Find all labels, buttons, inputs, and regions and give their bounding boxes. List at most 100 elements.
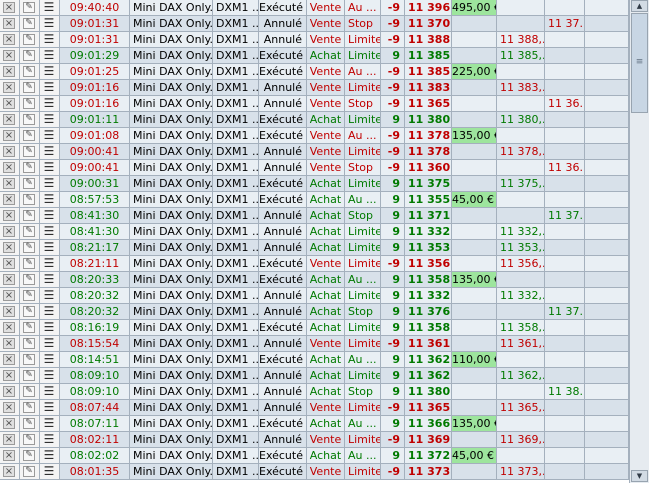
details-cell[interactable]: ☰ [40, 96, 60, 111]
delete-order-icon[interactable]: × [3, 2, 15, 13]
table-row[interactable]: × ✎ ☰ 08:09:10 Mini DAX Only... DXM1 ... Annul… [0, 368, 629, 384]
order-details-icon[interactable]: ☰ [43, 161, 55, 173]
edit-cell[interactable]: ✎ [20, 224, 40, 239]
delete-cell[interactable]: × [0, 144, 20, 159]
delete-order-icon[interactable]: × [3, 114, 15, 125]
edit-order-icon[interactable]: ✎ [23, 354, 35, 365]
edit-order-icon[interactable]: ✎ [23, 434, 35, 445]
order-details-icon[interactable]: ☰ [43, 193, 55, 205]
order-details-icon[interactable]: ☰ [43, 129, 55, 141]
order-details-icon[interactable]: ☰ [43, 321, 55, 333]
edit-cell[interactable]: ✎ [20, 48, 40, 63]
edit-cell[interactable]: ✎ [20, 176, 40, 191]
edit-order-icon[interactable]: ✎ [23, 370, 35, 381]
edit-order-icon[interactable]: ✎ [23, 274, 35, 285]
edit-cell[interactable]: ✎ [20, 32, 40, 47]
details-cell[interactable]: ☰ [40, 416, 60, 431]
order-details-icon[interactable]: ☰ [43, 49, 55, 61]
edit-order-icon[interactable]: ✎ [23, 290, 35, 301]
edit-order-icon[interactable]: ✎ [23, 50, 35, 61]
edit-order-icon[interactable]: ✎ [23, 450, 35, 461]
order-details-icon[interactable]: ☰ [43, 225, 55, 237]
delete-cell[interactable]: × [0, 224, 20, 239]
edit-cell[interactable]: ✎ [20, 448, 40, 463]
delete-order-icon[interactable]: × [3, 274, 15, 285]
order-details-icon[interactable]: ☰ [43, 33, 55, 45]
delete-order-icon[interactable]: × [3, 370, 15, 381]
orders-grid[interactable]: × ✎ ☰ 09:40:40 Mini DAX Only... DXM1 ... Exécu… [0, 0, 629, 483]
edit-cell[interactable]: ✎ [20, 368, 40, 383]
delete-order-icon[interactable]: × [3, 418, 15, 429]
edit-cell[interactable]: ✎ [20, 240, 40, 255]
details-cell[interactable]: ☰ [40, 80, 60, 95]
order-details-icon[interactable]: ☰ [43, 209, 55, 221]
order-details-icon[interactable]: ☰ [43, 401, 55, 413]
edit-order-icon[interactable]: ✎ [23, 162, 35, 173]
delete-order-icon[interactable]: × [3, 434, 15, 445]
details-cell[interactable]: ☰ [40, 0, 60, 15]
delete-cell[interactable]: × [0, 336, 20, 351]
edit-cell[interactable]: ✎ [20, 160, 40, 175]
edit-cell[interactable]: ✎ [20, 96, 40, 111]
table-row[interactable]: × ✎ ☰ 08:16:19 Mini DAX Only... DXM1 ... Exécu… [0, 320, 629, 336]
order-details-icon[interactable]: ☰ [43, 353, 55, 365]
details-cell[interactable]: ☰ [40, 464, 60, 479]
delete-order-icon[interactable]: × [3, 226, 15, 237]
order-details-icon[interactable]: ☰ [43, 81, 55, 93]
edit-order-icon[interactable]: ✎ [23, 34, 35, 45]
table-row[interactable]: × ✎ ☰ 09:01:16 Mini DAX Only... DXM1 ... Annul… [0, 96, 629, 112]
edit-cell[interactable]: ✎ [20, 272, 40, 287]
table-row[interactable]: × ✎ ☰ 08:07:11 Mini DAX Only... DXM1 ... Exécu… [0, 416, 629, 432]
order-details-icon[interactable]: ☰ [43, 145, 55, 157]
edit-cell[interactable]: ✎ [20, 256, 40, 271]
details-cell[interactable]: ☰ [40, 176, 60, 191]
delete-cell[interactable]: × [0, 208, 20, 223]
edit-cell[interactable]: ✎ [20, 416, 40, 431]
order-details-icon[interactable]: ☰ [43, 385, 55, 397]
edit-cell[interactable]: ✎ [20, 64, 40, 79]
delete-cell[interactable]: × [0, 48, 20, 63]
table-row[interactable]: × ✎ ☰ 09:00:41 Mini DAX Only... DXM1 ... Annul… [0, 160, 629, 176]
delete-cell[interactable]: × [0, 256, 20, 271]
order-details-icon[interactable]: ☰ [43, 17, 55, 29]
table-row[interactable]: × ✎ ☰ 09:01:25 Mini DAX Only... DXM1 ... Exécu… [0, 64, 629, 80]
order-details-icon[interactable]: ☰ [43, 273, 55, 285]
edit-cell[interactable]: ✎ [20, 80, 40, 95]
order-details-icon[interactable]: ☰ [43, 369, 55, 381]
table-row[interactable]: × ✎ ☰ 09:01:16 Mini DAX Only... DXM1 ... Annul… [0, 80, 629, 96]
edit-order-icon[interactable]: ✎ [23, 18, 35, 29]
vertical-scrollbar[interactable]: ▲ ≡ ▼ [629, 0, 649, 483]
edit-cell[interactable]: ✎ [20, 320, 40, 335]
edit-order-icon[interactable]: ✎ [23, 114, 35, 125]
table-row[interactable]: × ✎ ☰ 09:01:11 Mini DAX Only... DXM1 ... Exécu… [0, 112, 629, 128]
edit-order-icon[interactable]: ✎ [23, 338, 35, 349]
delete-order-icon[interactable]: × [3, 162, 15, 173]
delete-order-icon[interactable]: × [3, 450, 15, 461]
delete-order-icon[interactable]: × [3, 82, 15, 93]
order-details-icon[interactable]: ☰ [43, 417, 55, 429]
edit-order-icon[interactable]: ✎ [23, 210, 35, 221]
delete-order-icon[interactable]: × [3, 402, 15, 413]
delete-cell[interactable]: × [0, 272, 20, 287]
table-row[interactable]: × ✎ ☰ 09:01:08 Mini DAX Only... DXM1 ... Exécu… [0, 128, 629, 144]
delete-cell[interactable]: × [0, 400, 20, 415]
edit-order-icon[interactable]: ✎ [23, 178, 35, 189]
order-details-icon[interactable]: ☰ [43, 289, 55, 301]
details-cell[interactable]: ☰ [40, 112, 60, 127]
delete-order-icon[interactable]: × [3, 322, 15, 333]
delete-order-icon[interactable]: × [3, 210, 15, 221]
details-cell[interactable]: ☰ [40, 256, 60, 271]
edit-order-icon[interactable]: ✎ [23, 82, 35, 93]
table-row[interactable]: × ✎ ☰ 09:00:41 Mini DAX Only... DXM1 ... Annul… [0, 144, 629, 160]
details-cell[interactable]: ☰ [40, 64, 60, 79]
details-cell[interactable]: ☰ [40, 192, 60, 207]
delete-order-icon[interactable]: × [3, 34, 15, 45]
delete-cell[interactable]: × [0, 304, 20, 319]
delete-order-icon[interactable]: × [3, 18, 15, 29]
edit-order-icon[interactable]: ✎ [23, 146, 35, 157]
details-cell[interactable]: ☰ [40, 368, 60, 383]
order-details-icon[interactable]: ☰ [43, 97, 55, 109]
edit-order-icon[interactable]: ✎ [23, 258, 35, 269]
order-details-icon[interactable]: ☰ [43, 177, 55, 189]
delete-cell[interactable]: × [0, 288, 20, 303]
